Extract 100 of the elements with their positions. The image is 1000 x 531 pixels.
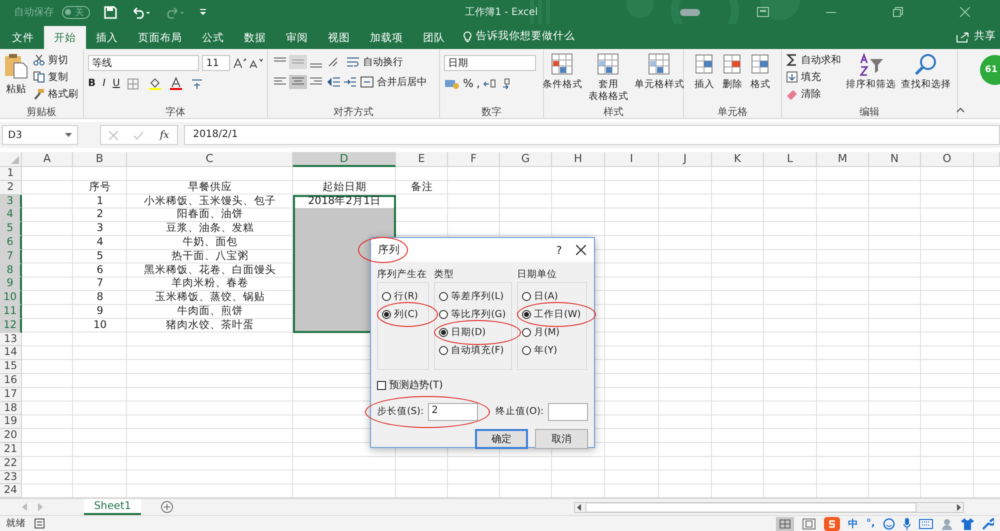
row-header[interactable]: 21 <box>0 442 22 457</box>
font-name-field[interactable]: 等线 <box>88 55 200 71</box>
wrap-text-icon[interactable] <box>346 56 360 68</box>
collapse-ribbon-icon[interactable] <box>956 107 965 113</box>
column-header[interactable]: F <box>448 152 500 167</box>
sort-filter-icon[interactable] <box>858 53 884 77</box>
share-button[interactable]: 共享 <box>974 29 996 43</box>
radio-option[interactable]: 等比序列(G) <box>439 307 506 321</box>
tell-me-search[interactable]: 告诉我你想要做什么 <box>476 29 575 43</box>
ribbon-tab[interactable]: 开始 <box>44 26 86 49</box>
customize-toolbar-icon[interactable] <box>199 7 207 17</box>
column-header[interactable]: D <box>293 152 396 167</box>
row-header[interactable]: 14 <box>0 346 22 360</box>
copy-icon[interactable] <box>33 71 45 83</box>
currency-icon[interactable] <box>444 78 460 90</box>
row-header[interactable]: 13 <box>0 332 22 346</box>
ribbon-tab[interactable]: 团队 <box>413 26 455 49</box>
column-header[interactable]: M <box>817 152 869 167</box>
ribbon-tab[interactable]: 数据 <box>234 26 276 49</box>
find-select-button[interactable]: 查找和选择 <box>901 79 951 91</box>
sheet-tab[interactable]: Sheet1 <box>84 499 142 516</box>
fill-color-icon[interactable] <box>148 77 162 90</box>
radio-option[interactable]: 日期(D) <box>439 325 486 339</box>
stop-value-field[interactable] <box>548 402 588 420</box>
column-header[interactable]: C <box>127 152 293 167</box>
eraser-icon[interactable] <box>786 88 798 100</box>
paste-icon[interactable] <box>4 53 28 79</box>
radio-option[interactable]: 月(M) <box>522 325 560 339</box>
radio-option[interactable]: 行(R) <box>382 289 418 303</box>
row-header[interactable]: 7 <box>0 250 22 264</box>
radio-option[interactable]: 等差序列(L) <box>439 289 504 303</box>
column-header[interactable]: A <box>22 152 73 167</box>
radio-option[interactable]: 年(Y) <box>522 343 558 357</box>
row-header[interactable]: 9 <box>0 277 22 292</box>
ribbon-display-icon[interactable] <box>757 7 769 17</box>
table-style-icon[interactable] <box>596 53 620 77</box>
row-header[interactable]: 5 <box>0 222 22 236</box>
table-style-icon[interactable] <box>550 53 574 77</box>
undo-icon[interactable] <box>131 6 151 18</box>
help-button[interactable]: ? <box>556 244 562 256</box>
ribbon-tab[interactable]: 视图 <box>318 26 360 49</box>
radio-option[interactable]: 工作日(W) <box>522 307 581 321</box>
phonetic-icon[interactable] <box>190 77 204 90</box>
scissors-icon[interactable] <box>33 54 45 66</box>
underline-button[interactable]: U <box>112 78 120 89</box>
ribbon-tab[interactable]: 公式 <box>192 26 234 49</box>
cells-button[interactable]: 删除 <box>722 79 742 91</box>
smiley-icon[interactable] <box>883 518 895 530</box>
row-header[interactable]: 19 <box>0 415 22 430</box>
dialog-button[interactable]: 取消 <box>535 428 588 448</box>
macro-record-icon[interactable] <box>34 518 45 530</box>
row-header[interactable]: 10 <box>0 291 22 305</box>
insert-function-button[interactable]: fx <box>160 130 170 140</box>
style-button[interactable]: 套用 表格格式 <box>588 79 628 103</box>
keyboard-icon[interactable] <box>919 518 933 529</box>
shirt-icon[interactable] <box>961 518 974 530</box>
ribbon-tab[interactable]: 加载项 <box>360 26 413 49</box>
column-header[interactable]: N <box>869 152 921 167</box>
column-header[interactable]: G <box>500 152 552 167</box>
row-header[interactable]: 17 <box>0 388 22 402</box>
column-header[interactable]: I <box>605 152 659 167</box>
row-header[interactable]: 20 <box>0 429 22 443</box>
style-button[interactable]: 条件格式 <box>542 79 582 91</box>
restore-icon[interactable] <box>893 7 903 17</box>
vertical-align-icon[interactable] <box>272 55 324 69</box>
row-header[interactable]: 4 <box>0 208 22 222</box>
column-header[interactable]: L <box>764 152 817 167</box>
style-button[interactable]: 单元格样式 <box>634 79 684 91</box>
row-header[interactable]: 22 <box>0 456 22 471</box>
wrap-text-button[interactable]: 自动换行 <box>363 55 403 69</box>
trend-checkbox[interactable]: 预测趋势(T) <box>377 378 443 392</box>
row-header[interactable]: 15 <box>0 360 22 374</box>
row-header[interactable]: 16 <box>0 374 22 388</box>
ime-logo-icon[interactable] <box>824 516 840 531</box>
close-icon[interactable] <box>576 245 586 255</box>
page-layout-icon[interactable] <box>802 518 816 530</box>
normal-view-icon[interactable] <box>776 516 794 531</box>
table-style-icon[interactable] <box>648 53 672 77</box>
grow-font-icon[interactable] <box>232 57 246 69</box>
save-icon[interactable] <box>104 6 117 18</box>
radio-option[interactable]: 日(A) <box>522 289 558 303</box>
row-header[interactable]: 1 <box>0 167 22 181</box>
comma-button[interactable]: , <box>476 77 480 90</box>
cut-button[interactable]: 剪切 <box>48 53 68 67</box>
fill-button[interactable]: 填充 <box>801 70 821 84</box>
column-header[interactable]: H <box>552 152 605 167</box>
cells-button[interactable]: 插入 <box>694 79 714 91</box>
ime-punctuation[interactable]: °, <box>866 518 875 530</box>
share-icon[interactable] <box>956 31 970 43</box>
ribbon-tab[interactable]: 插入 <box>86 26 128 49</box>
clear-button[interactable]: 清除 <box>801 87 821 101</box>
ribbon-tab[interactable]: 文件 <box>2 26 44 49</box>
row-header[interactable]: 8 <box>0 264 22 278</box>
sort-filter-button[interactable]: 排序和筛选 <box>846 79 896 91</box>
format-painter-icon[interactable] <box>33 88 45 100</box>
borders-icon[interactable] <box>126 78 141 90</box>
paste-button[interactable]: 粘贴 <box>6 82 26 96</box>
bold-button[interactable]: B <box>88 78 96 89</box>
fill-down-icon[interactable] <box>786 71 798 83</box>
column-header[interactable]: E <box>396 152 448 167</box>
